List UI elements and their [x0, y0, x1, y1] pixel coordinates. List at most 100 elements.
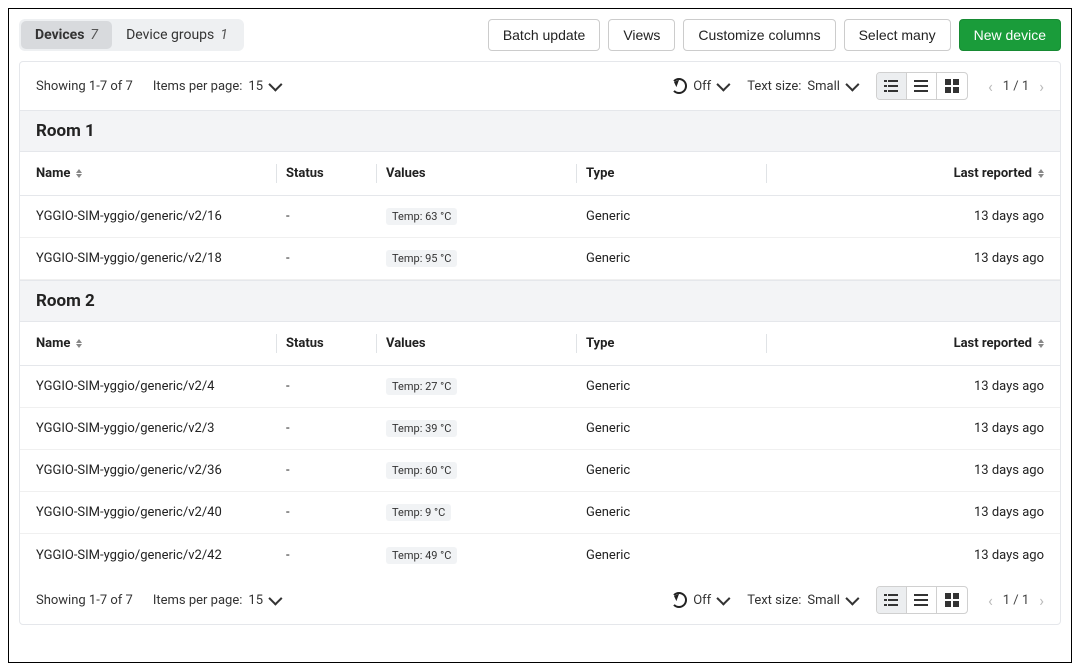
- cell-last-reported: 13 days ago: [974, 548, 1044, 563]
- chevron-down-icon: [717, 78, 731, 92]
- tab-devices-count: 7: [90, 27, 98, 43]
- value-chip: Temp: 63 °C: [386, 208, 457, 225]
- chevron-down-icon: [268, 78, 282, 92]
- batch-update-button[interactable]: Batch update: [488, 19, 601, 51]
- cell-name: YGGIO-SIM-yggio/generic/v2/16: [36, 209, 286, 224]
- pager-top: ‹ 1 / 1 ›: [988, 77, 1044, 96]
- data-panel: Showing 1-7 of 7 Items per page: 15 Off …: [19, 61, 1061, 625]
- groups-host: Room 1NameStatusValuesTypeLast reportedY…: [20, 110, 1060, 576]
- cell-type: Generic: [586, 209, 776, 224]
- tab-device-groups[interactable]: Device groups 1: [112, 21, 242, 49]
- col-values[interactable]: Values: [386, 152, 586, 195]
- view-mode-list[interactable]: [907, 73, 937, 99]
- col-status-label: Status: [286, 336, 324, 351]
- view-mode-list-grouped[interactable]: [877, 587, 907, 613]
- page-indicator: 1 / 1: [1003, 79, 1029, 94]
- pager-bottom: ‹ 1 / 1 ›: [988, 591, 1044, 610]
- value-chip: Temp: 60 °C: [386, 462, 457, 479]
- cell-values: Temp: 27 °C: [386, 378, 586, 395]
- refresh-icon: [671, 78, 687, 94]
- table-header: Name Status Values Type Last reported: [20, 322, 1060, 366]
- table-row[interactable]: YGGIO-SIM-yggio/generic/v2/3-Temp: 39 °C…: [20, 408, 1060, 450]
- cell-last-reported: 13 days ago: [974, 251, 1044, 266]
- cell-name: YGGIO-SIM-yggio/generic/v2/36: [36, 463, 286, 478]
- toolbar-bottom: Showing 1-7 of 7 Items per page: 15 Off …: [20, 576, 1060, 624]
- page-next[interactable]: ›: [1039, 77, 1044, 96]
- cell-status: -: [286, 463, 386, 478]
- group-header[interactable]: Room 1: [20, 110, 1060, 152]
- col-name-label: Name: [36, 336, 70, 351]
- col-status[interactable]: Status: [286, 152, 386, 195]
- page-prev[interactable]: ‹: [988, 591, 993, 610]
- value-chip: Temp: 39 °C: [386, 420, 457, 437]
- sort-icon: [1038, 339, 1044, 348]
- cell-values: Temp: 9 °C: [386, 504, 586, 521]
- list-icon: [913, 78, 929, 94]
- col-type[interactable]: Type: [586, 322, 776, 365]
- view-mode-grid[interactable]: [937, 73, 967, 99]
- col-name[interactable]: Name: [36, 152, 286, 195]
- cell-type: Generic: [586, 421, 776, 436]
- page-next[interactable]: ›: [1039, 591, 1044, 610]
- cell-last-reported: 13 days ago: [974, 209, 1044, 224]
- col-name-label: Name: [36, 166, 70, 181]
- col-status[interactable]: Status: [286, 322, 386, 365]
- ipp-value: 15: [248, 593, 263, 608]
- col-last-label: Last reported: [954, 336, 1032, 351]
- col-values-label: Values: [386, 166, 426, 181]
- col-type-label: Type: [586, 166, 614, 181]
- col-name[interactable]: Name: [36, 322, 286, 365]
- table-row[interactable]: YGGIO-SIM-yggio/generic/v2/18-Temp: 95 °…: [20, 238, 1060, 280]
- cell-status: -: [286, 379, 386, 394]
- table-row[interactable]: YGGIO-SIM-yggio/generic/v2/36-Temp: 60 °…: [20, 450, 1060, 492]
- table-header: Name StatusValues Type Last reported: [20, 152, 1060, 196]
- text-size-select[interactable]: Text size: Small: [747, 593, 856, 608]
- grid-icon: [944, 78, 960, 94]
- table-row[interactable]: YGGIO-SIM-yggio/generic/v2/4-Temp: 27 °C…: [20, 366, 1060, 408]
- select-many-button[interactable]: Select many: [844, 19, 951, 51]
- col-type[interactable]: Type: [586, 152, 776, 195]
- value-chip: Temp: 27 °C: [386, 378, 457, 395]
- cell-type: Generic: [586, 548, 776, 563]
- cell-values: Temp: 39 °C: [386, 420, 586, 437]
- view-mode-group: [876, 72, 968, 100]
- top-bar: Devices 7 Device groups 1 Batch update V…: [19, 19, 1061, 51]
- grid-icon: [944, 592, 960, 608]
- views-button[interactable]: Views: [608, 19, 675, 51]
- view-mode-list-grouped[interactable]: [877, 73, 907, 99]
- auto-refresh-toggle[interactable]: Off: [671, 592, 727, 608]
- view-mode-list[interactable]: [907, 587, 937, 613]
- refresh-value: Off: [693, 593, 711, 608]
- auto-refresh-toggle[interactable]: Off: [671, 78, 727, 94]
- customize-columns-button[interactable]: Customize columns: [683, 19, 835, 51]
- page-prev[interactable]: ‹: [988, 77, 993, 96]
- refresh-icon: [671, 592, 687, 608]
- table-row[interactable]: YGGIO-SIM-yggio/generic/v2/40-Temp: 9 °C…: [20, 492, 1060, 534]
- refresh-value: Off: [693, 79, 711, 94]
- tab-devices[interactable]: Devices 7: [21, 21, 112, 49]
- list-grouped-icon: [883, 78, 899, 94]
- col-type-label: Type: [586, 336, 614, 351]
- col-last-reported[interactable]: Last reported: [776, 152, 1044, 195]
- cell-values: Temp: 60 °C: [386, 462, 586, 479]
- new-device-button[interactable]: New device: [959, 19, 1061, 51]
- col-values-label: Values: [386, 336, 426, 351]
- tab-group: Devices 7 Device groups 1: [19, 19, 244, 51]
- cell-values: Temp: 49 °C: [386, 547, 586, 564]
- group-header[interactable]: Room 2: [20, 280, 1060, 322]
- col-values[interactable]: Values: [386, 322, 586, 365]
- cell-last-reported: 13 days ago: [974, 421, 1044, 436]
- cell-status: -: [286, 421, 386, 436]
- items-per-page[interactable]: Items per page: 15: [153, 593, 279, 608]
- cell-last-reported: 13 days ago: [974, 379, 1044, 394]
- chevron-down-icon: [845, 78, 859, 92]
- text-size-select[interactable]: Text size: Small: [747, 79, 856, 94]
- table-row[interactable]: YGGIO-SIM-yggio/generic/v2/42-Temp: 49 °…: [20, 534, 1060, 576]
- cell-values: Temp: 63 °C: [386, 208, 586, 225]
- view-mode-grid[interactable]: [937, 587, 967, 613]
- col-last-reported[interactable]: Last reported: [776, 322, 1044, 365]
- table-row[interactable]: YGGIO-SIM-yggio/generic/v2/16-Temp: 63 °…: [20, 196, 1060, 238]
- list-grouped-icon: [883, 592, 899, 608]
- cell-status: -: [286, 505, 386, 520]
- items-per-page[interactable]: Items per page: 15: [153, 79, 279, 94]
